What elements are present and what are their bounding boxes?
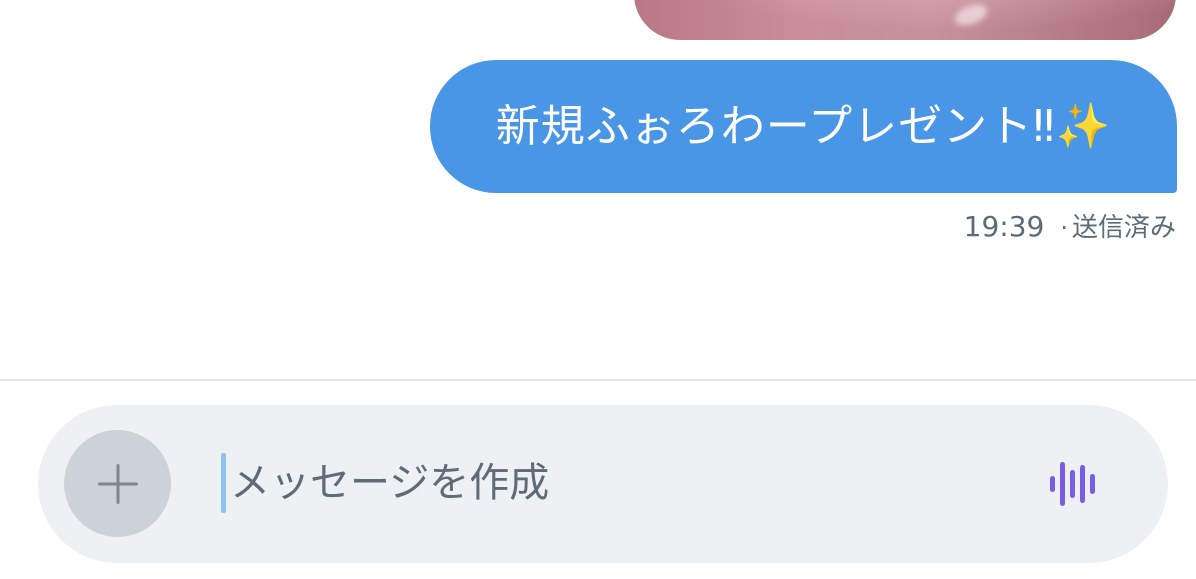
message-meta: 19:39 · 送信済み: [964, 207, 1176, 244]
text-cursor: [221, 453, 226, 513]
add-attachment-button[interactable]: [64, 430, 171, 537]
voice-message-button[interactable]: [1038, 449, 1110, 519]
message-time: 19:39: [963, 210, 1045, 243]
message-composer: [38, 405, 1168, 563]
message-input[interactable]: [230, 445, 1010, 521]
voice-waveform-icon: [1050, 462, 1095, 506]
composer-divider: [0, 379, 1196, 381]
plus-icon: [97, 463, 138, 504]
chat-screen: 新規ふぉろわープレゼント‼︎✨ 19:39 · 送信済み: [0, 0, 1196, 579]
message-text: 新規ふぉろわープレゼント‼︎✨: [495, 100, 1112, 152]
image-shade: [634, 0, 1176, 40]
image-message-attachment[interactable]: [634, 0, 1176, 40]
meta-separator: ·: [1060, 214, 1068, 242]
message-status: 送信済み: [1071, 213, 1176, 243]
outgoing-message-bubble[interactable]: 新規ふぉろわープレゼント‼︎✨: [430, 60, 1177, 193]
